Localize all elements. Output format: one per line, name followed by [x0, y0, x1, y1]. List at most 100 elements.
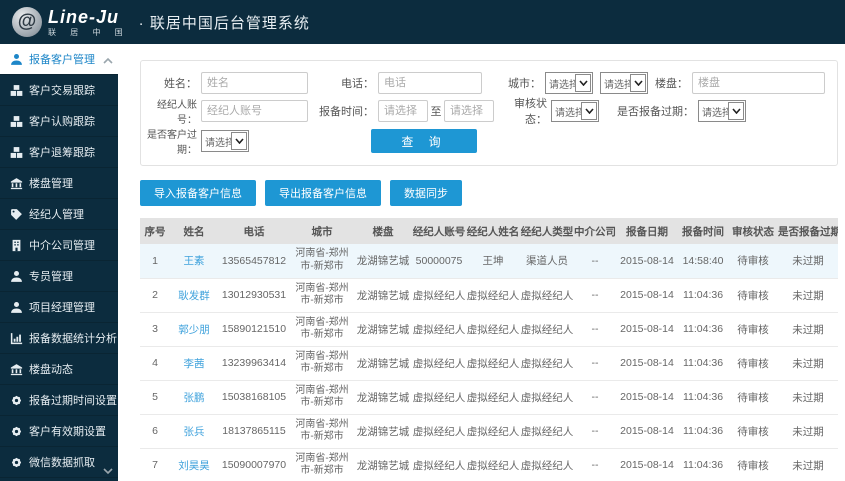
sidebar-item-2[interactable]: 客户交易跟踪: [0, 75, 118, 106]
customer-name-link[interactable]: 耿发群: [178, 290, 210, 302]
chevron-up-icon[interactable]: [102, 53, 114, 64]
table-row[interactable]: 1 王素 13565457812 河南省-郑州市-新郑市 龙湖锦艺城 50000075 王坤…: [140, 244, 838, 279]
table-row[interactable]: 7 刘昊昊 15090007970 河南省-郑州市-新郑市 龙湖锦艺城 虚拟经纪人 虚拟经纪…: [140, 448, 838, 481]
customer-name-link[interactable]: 张鹏: [184, 392, 205, 404]
sidebar-item-1[interactable]: 报备客户管理: [0, 44, 118, 75]
table-cell: 虚拟经纪人: [520, 414, 574, 449]
table-cell: 渠道人员: [520, 244, 574, 279]
name-label: 姓名：: [164, 78, 197, 90]
action-button-3[interactable]: 数据同步: [390, 180, 462, 206]
filter-panel: 姓名： 电话： 城市： 请选择 请选择 楼盘：: [140, 60, 838, 166]
table-cell: 虚拟经纪人: [466, 312, 520, 347]
phone-label: 电话：: [341, 78, 374, 90]
table-row[interactable]: 5 张鹏 15038168105 河南省-郑州市-新郑市 龙湖锦艺城 虚拟经纪人 虚拟经纪人…: [140, 380, 838, 415]
customer-expired-select[interactable]: 请选择: [201, 130, 249, 152]
query-button[interactable]: 查 询: [371, 129, 477, 153]
sidebar-item-9[interactable]: 项目经理管理: [0, 292, 118, 323]
column-header: 城市: [290, 218, 354, 244]
customer-name-link[interactable]: 刘昊昊: [178, 460, 210, 472]
top-header: @ Line-Ju 联 居 中 国 · 联居中国后台管理系统: [0, 0, 845, 44]
action-button-2[interactable]: 导出报备客户信息: [265, 180, 381, 206]
table-cell: 2: [140, 278, 170, 313]
gear-icon: [10, 425, 23, 438]
table-cell: 龙湖锦艺城: [354, 380, 412, 415]
table-row[interactable]: 4 李茜 13239963414 河南省-郑州市-新郑市 龙湖锦艺城 虚拟经纪人 虚拟经纪人…: [140, 346, 838, 381]
table-cell: 2015-08-14: [616, 346, 678, 381]
chevron-down-icon: [575, 74, 591, 92]
sidebar-item-5[interactable]: 楼盘管理: [0, 168, 118, 199]
column-header: 经纪人姓名: [466, 218, 520, 244]
customer-expired-label: 是否客户过期：: [147, 130, 197, 156]
table-cell: --: [574, 278, 616, 313]
table-row[interactable]: 6 张兵 18137865115 河南省-郑州市-新郑市 龙湖锦艺城 虚拟经纪人 虚拟经纪人…: [140, 414, 838, 449]
table-cell: 1: [140, 244, 170, 279]
table-cell: 待审核: [728, 448, 778, 481]
sidebar-item-12[interactable]: 报备过期时间设置: [0, 385, 118, 416]
brand-logo: @ Line-Ju 联 居 中 国: [12, 7, 129, 37]
chevron-down-icon: [231, 132, 247, 150]
at-logo-icon: @: [12, 7, 42, 37]
boxes-icon: [10, 146, 23, 159]
column-header: 电话: [218, 218, 290, 244]
sidebar-item-label: 客户认购跟踪: [29, 116, 95, 128]
table-cell: 18137865115: [218, 414, 290, 449]
table-cell: 虚拟经纪人: [466, 448, 520, 481]
table-cell: 4: [140, 346, 170, 381]
table-cell: 11:04:36: [678, 312, 728, 347]
table-cell: 虚拟经纪人: [412, 278, 466, 313]
audit-status-select[interactable]: 请选择: [551, 100, 599, 122]
sidebar-item-8[interactable]: 专员管理: [0, 261, 118, 292]
table-cell: 13012930531: [218, 278, 290, 313]
table-cell: --: [574, 448, 616, 481]
table-cell: 待审核: [728, 244, 778, 279]
customer-name-link[interactable]: 郭少朋: [178, 324, 210, 336]
sidebar-item-7[interactable]: 中介公司管理: [0, 230, 118, 261]
sidebar-item-13[interactable]: 客户有效期设置: [0, 416, 118, 447]
table-cell: 14:58:40: [678, 244, 728, 279]
sidebar-item-label: 经纪人管理: [29, 209, 84, 221]
report-time-to-input[interactable]: [444, 100, 494, 122]
estate-input[interactable]: [692, 72, 825, 94]
table-cell: 11:04:36: [678, 380, 728, 415]
boxes-icon: [10, 84, 23, 97]
table-row[interactable]: 3 郭少朋 15890121510 河南省-郑州市-新郑市 龙湖锦艺城 虚拟经纪人 虚拟经纪…: [140, 312, 838, 347]
table-cell: 未过期: [778, 346, 838, 381]
sidebar-item-label: 专员管理: [29, 271, 73, 283]
sidebar-item-11[interactable]: 楼盘动态: [0, 354, 118, 385]
table-cell: 龙湖锦艺城: [354, 414, 412, 449]
city-district-select[interactable]: 请选择: [600, 72, 648, 94]
table-cell: 虚拟经纪人: [412, 414, 466, 449]
sidebar-item-10[interactable]: 报备数据统计分析: [0, 323, 118, 354]
report-time-from-input[interactable]: [378, 100, 428, 122]
table-cell: 河南省-郑州市-新郑市: [290, 380, 354, 415]
city-province-select[interactable]: 请选择: [545, 72, 593, 94]
table-cell: 2015-08-14: [616, 244, 678, 279]
sidebar-item-label: 客户有效期设置: [29, 426, 106, 438]
sidebar-item-label: 中介公司管理: [29, 240, 95, 252]
table-cell: 虚拟经纪人: [520, 346, 574, 381]
table-cell: 未过期: [778, 448, 838, 481]
tag-icon: [10, 208, 23, 221]
sidebar-item-3[interactable]: 客户认购跟踪: [0, 106, 118, 137]
agent-account-input[interactable]: [201, 100, 308, 122]
table-cell: 13239963414: [218, 346, 290, 381]
city-label: 城市：: [508, 78, 541, 90]
table-cell: --: [574, 312, 616, 347]
table-cell: 虚拟经纪人: [466, 414, 520, 449]
chevron-down-icon[interactable]: [102, 463, 114, 475]
customer-name-link[interactable]: 张兵: [184, 426, 205, 438]
sidebar-item-4[interactable]: 客户退筹跟踪: [0, 137, 118, 168]
sidebar-item-14[interactable]: 微信数据抓取: [0, 447, 118, 478]
table-cell: 50000075: [412, 244, 466, 279]
action-button-1[interactable]: 导入报备客户信息: [140, 180, 256, 206]
report-expired-select[interactable]: 请选择: [698, 100, 746, 122]
customer-name-link[interactable]: 李茜: [184, 358, 205, 370]
name-input[interactable]: [201, 72, 308, 94]
sidebar-item-6[interactable]: 经纪人管理: [0, 199, 118, 230]
phone-input[interactable]: [378, 72, 482, 94]
table-row[interactable]: 2 耿发群 13012930531 河南省-郑州市-新郑市 龙湖锦艺城 虚拟经纪人 虚拟经纪…: [140, 278, 838, 313]
user-icon: [10, 53, 23, 66]
customer-name-link[interactable]: 王素: [184, 255, 205, 267]
table-cell: 虚拟经纪人: [520, 380, 574, 415]
column-header: 姓名: [170, 218, 218, 244]
